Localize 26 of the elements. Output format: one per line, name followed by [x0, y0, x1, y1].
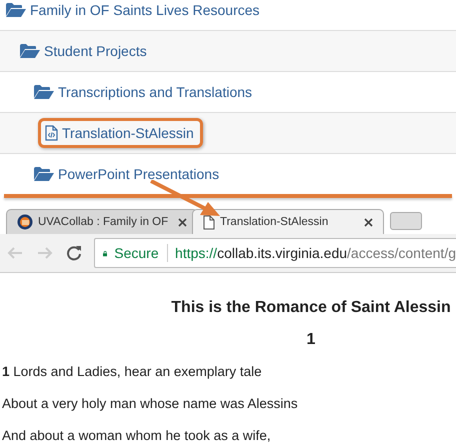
address-bar[interactable]: Secure https://collab.its.virginia.edu/access/content/g [94, 238, 456, 268]
reload-icon[interactable] [66, 245, 82, 261]
folder-icon [20, 44, 40, 58]
security-label: Secure [114, 245, 159, 261]
verse-line: About a very holy man whose name was Alessins [2, 395, 299, 413]
verse-line: 1 Lords and Ladies, hear an exemplary tale [2, 363, 263, 381]
url-host: collab.its.virginia.edu [217, 245, 348, 261]
file-link[interactable]: Translation-StAlessin [38, 118, 203, 148]
folder-icon [6, 3, 26, 17]
arrow-annotation [150, 180, 220, 216]
folder-icon [34, 85, 54, 99]
folder-link[interactable]: Transcriptions and Translations [31, 77, 262, 107]
document-icon [203, 214, 215, 230]
browser-tab[interactable]: Translation-StAlessin [192, 209, 384, 234]
folder-icon [34, 167, 54, 181]
close-icon[interactable] [178, 218, 187, 226]
url-path: /access/content/g [347, 245, 456, 261]
url-scheme: https:// [175, 245, 218, 261]
folder-link[interactable]: Family in OF Saints Lives Resources [3, 0, 269, 25]
close-icon[interactable] [364, 218, 373, 226]
verse-line: And about a woman whom he took as a wife, [2, 427, 272, 445]
code-file-icon [45, 125, 58, 141]
section-number: 1 [306, 331, 316, 348]
document-title: This is the Romance of Saint Alessin [170, 299, 452, 317]
folder-link[interactable]: PowerPoint Presentations [31, 159, 228, 189]
site-logo-icon [17, 214, 33, 230]
